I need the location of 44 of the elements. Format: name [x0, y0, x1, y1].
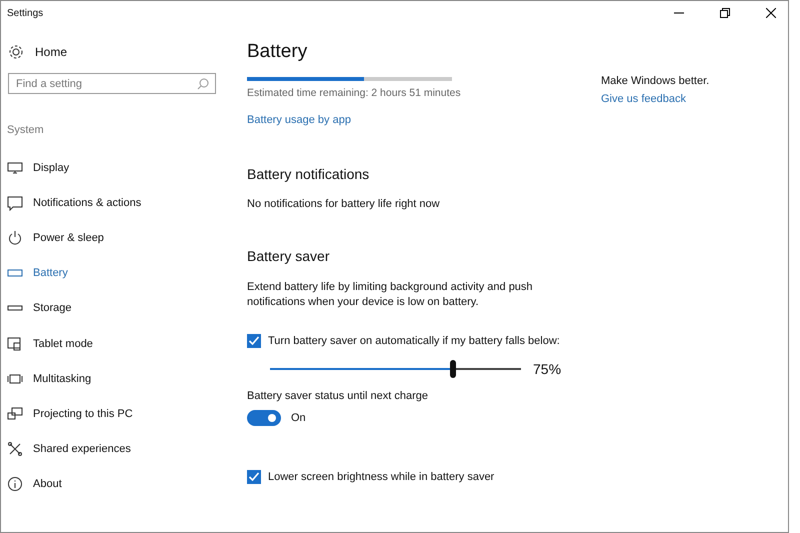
search-field[interactable]: Find a setting	[8, 73, 216, 94]
checkbox-label: Lower screen brightness while in battery saver	[268, 471, 494, 483]
nav-icon	[7, 160, 23, 176]
restore-icon[interactable]	[720, 8, 730, 18]
threshold-slider[interactable]	[270, 360, 521, 378]
nav-item[interactable]: Projecting to this PC	[1, 396, 241, 432]
nav-item[interactable]: About	[1, 466, 241, 502]
nav-item[interactable]: Storage	[1, 290, 241, 326]
nav-item[interactable]: Tablet mode	[1, 326, 241, 362]
settings-icon	[8, 44, 24, 60]
toggle-state: On	[291, 412, 306, 424]
feedback-prompt: Make Windows better.	[601, 75, 710, 87]
nav-item[interactable]: Multitasking	[1, 361, 241, 396]
home-link[interactable]: Home	[1, 39, 241, 65]
close-icon[interactable]	[766, 8, 776, 18]
page-title: Battery	[247, 41, 308, 63]
nav-item[interactable]: Notifications & actions	[1, 185, 241, 220]
section-heading: Battery notifications	[247, 166, 370, 182]
checkbox[interactable]	[247, 470, 261, 484]
checkbox-label: Turn battery saver on automatically if my battery falls below:	[268, 335, 560, 347]
nav-icon	[7, 194, 23, 211]
toggle-switch[interactable]	[247, 410, 281, 426]
nav-item[interactable]: Display	[1, 150, 241, 186]
nav-icon	[7, 230, 23, 246]
status-label: Battery saver status until next charge	[247, 390, 429, 402]
window-title: Settings	[6, 8, 44, 18]
checkbox[interactable]	[247, 334, 261, 348]
nav-item[interactable]: Power & sleep	[1, 220, 241, 256]
saver-description: Extend battery life by limiting background activity and push notifications when your device is low on battery.	[247, 280, 534, 310]
nav-icon	[7, 441, 23, 458]
section-label: System	[7, 124, 45, 136]
usage-link[interactable]: Battery usage by app	[247, 114, 351, 126]
nav-icon	[7, 476, 23, 492]
time-remaining: Estimated time remaining: 2 hours 51 minutes	[247, 87, 462, 99]
slider-thumb[interactable]	[450, 360, 456, 378]
nav-icon	[7, 406, 23, 422]
nav-item[interactable]: Battery	[1, 256, 241, 291]
feedback-link[interactable]: Give us feedback	[601, 93, 686, 105]
search-icon	[197, 78, 209, 90]
slider-value: 75%	[533, 361, 562, 377]
nav-icon	[7, 336, 23, 352]
section-heading: Battery saver	[247, 248, 330, 264]
notifications-text: No notifications for battery life right now	[247, 198, 441, 210]
nav-item[interactable]: Shared experiences	[1, 432, 241, 467]
